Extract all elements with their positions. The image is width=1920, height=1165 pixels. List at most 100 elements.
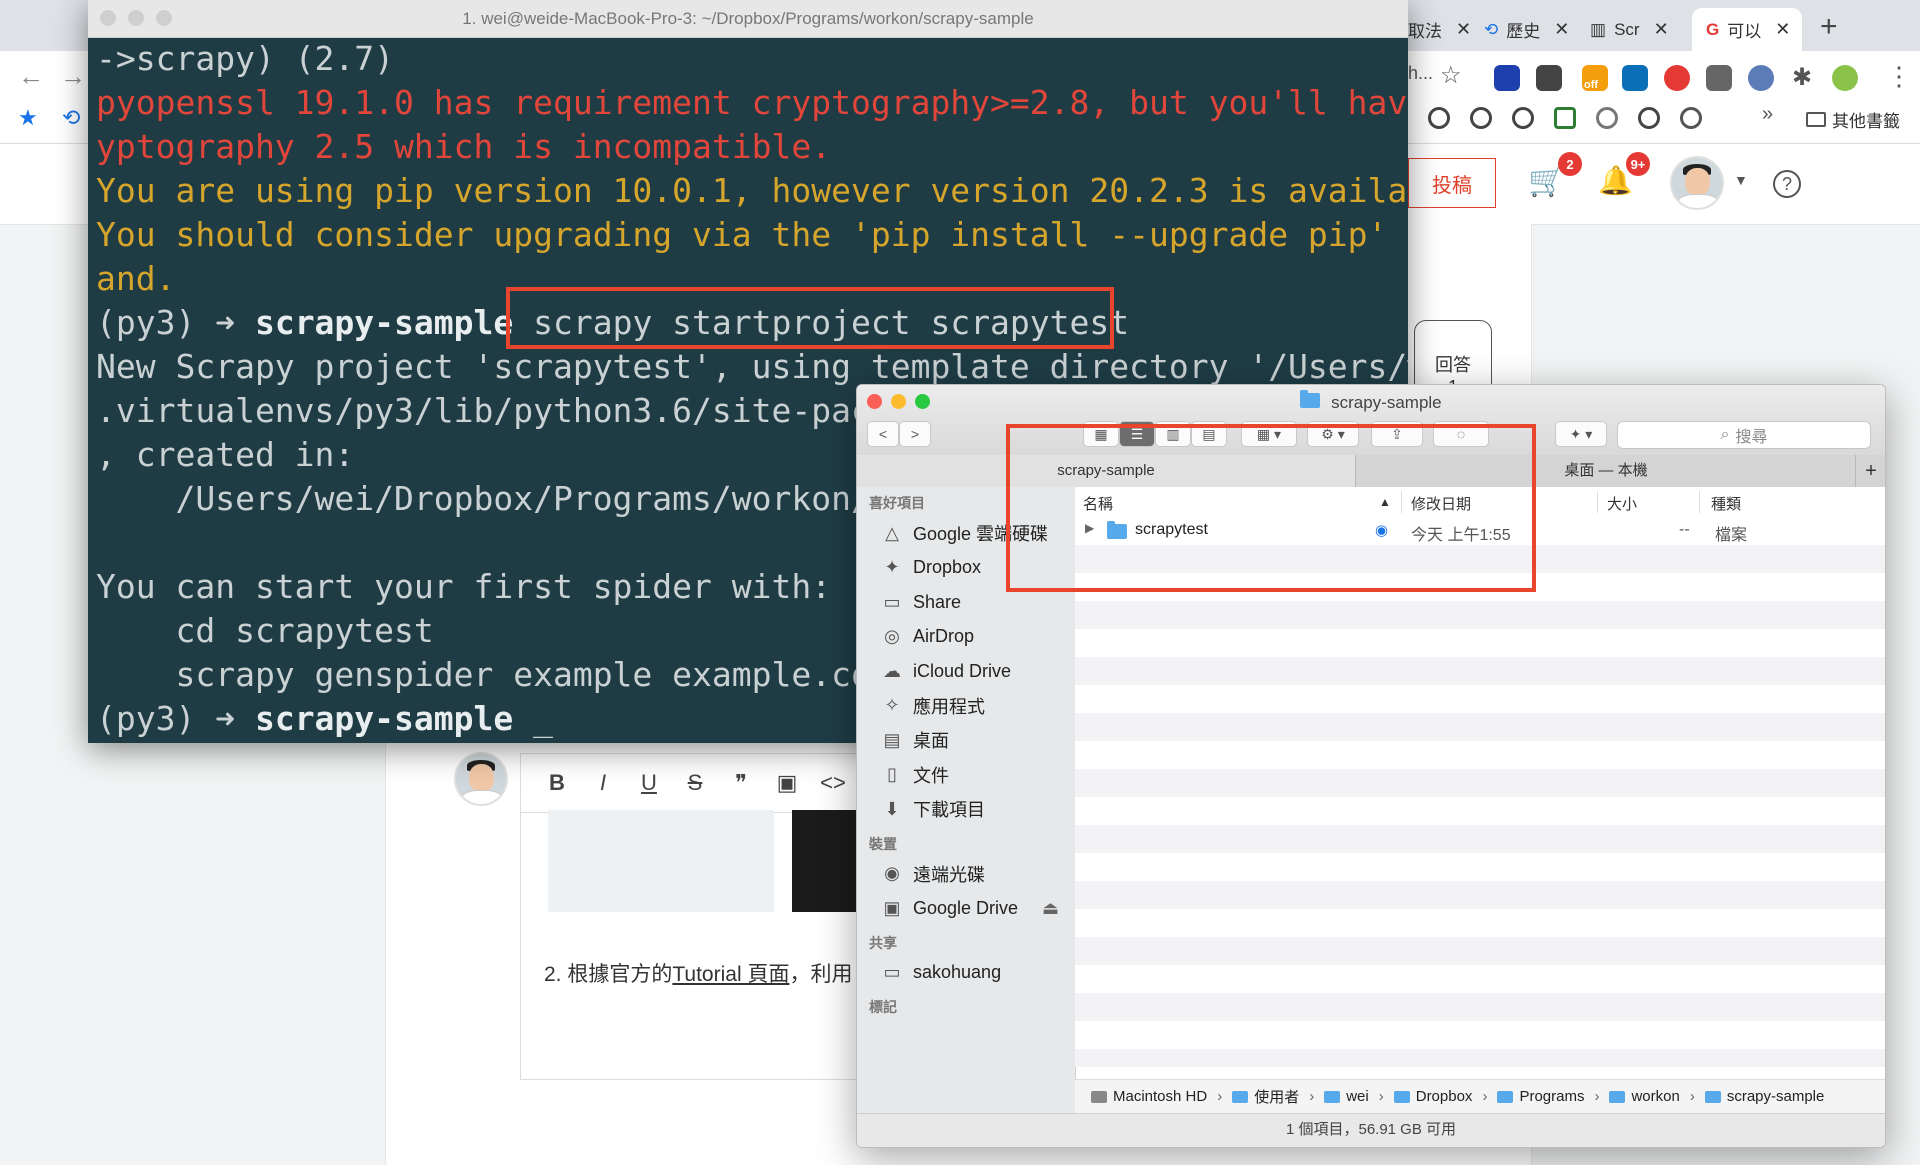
icon-view-button[interactable]: ▦ — [1083, 421, 1119, 447]
close-icon[interactable]: ✕ — [1775, 19, 1790, 40]
close-icon[interactable]: ✕ — [1654, 19, 1669, 40]
bookmark-globe-icon[interactable] — [1428, 107, 1450, 129]
gallery-view-button[interactable]: ▤ — [1191, 421, 1227, 447]
path-segment[interactable]: Macintosh HD — [1113, 1088, 1207, 1105]
sidebar-item[interactable]: ◎ AirDrop — [881, 623, 974, 651]
tab-2[interactable]: ⟲ 歷史 ✕ — [1478, 8, 1578, 51]
underline-button[interactable]: U — [636, 770, 662, 796]
image-button[interactable]: ▣ — [774, 770, 800, 796]
star-icon[interactable]: ☆ — [1440, 61, 1462, 90]
user-avatar[interactable] — [1670, 156, 1724, 210]
zoom-button[interactable] — [156, 10, 172, 26]
sidebar-section-header: 裝置 — [869, 835, 897, 852]
sidebar-item[interactable]: △ Google 雲端硬碟 — [881, 519, 1048, 547]
group-button[interactable]: ▦ ▾ — [1241, 421, 1297, 447]
add-tab-button[interactable]: + — [1855, 455, 1885, 487]
tags-button[interactable]: ◌ — [1433, 421, 1489, 447]
action-gear-button[interactable]: ⚙ ▾ — [1307, 421, 1359, 447]
bookmark-clock-icon[interactable] — [1596, 107, 1618, 129]
bold-button[interactable]: B — [544, 770, 570, 796]
col-name[interactable]: 名稱 — [1083, 493, 1113, 514]
chevron-down-icon[interactable]: ▼ — [1734, 172, 1748, 188]
bookmark-star-icon[interactable]: ★ — [18, 105, 38, 131]
code-button[interactable]: <> — [820, 770, 846, 796]
menu-icon[interactable]: ⋮ — [1886, 61, 1912, 92]
bookmark-ring-icon[interactable] — [1680, 107, 1702, 129]
col-kind[interactable]: 種類 — [1711, 493, 1741, 514]
col-date[interactable]: 修改日期 — [1411, 493, 1471, 514]
close-button[interactable] — [100, 10, 116, 26]
computer-icon: ▭ — [883, 962, 901, 982]
list-view-button[interactable]: ☰ — [1119, 421, 1155, 447]
finder-titlebar[interactable]: scrapy-sample < > ▦ ☰ ▥ ▤ ▦ ▾ ⚙ ▾ ⇪ ◌ ✦ … — [857, 385, 1885, 456]
url-fragment[interactable]: h... — [1408, 63, 1433, 84]
file-list: ▶ scrapytest ◉ 今天 上午1:55 -- 檔案 — [1075, 517, 1885, 1067]
path-segment[interactable]: workon — [1631, 1088, 1679, 1105]
eject-icon[interactable]: ⏏ — [1042, 898, 1059, 919]
italic-button[interactable]: I — [590, 770, 616, 796]
sidebar-item[interactable]: ▤ 桌面 — [881, 726, 949, 754]
disclosure-triangle-icon[interactable]: ▶ — [1085, 521, 1094, 535]
site-favicon-icon: G — [1706, 19, 1720, 39]
ext-vpn-icon[interactable] — [1494, 65, 1520, 91]
sidebar-item[interactable]: ▯ 文件 — [881, 761, 949, 789]
terminal-titlebar[interactable]: 1. wei@weide-MacBook-Pro-3: ~/Dropbox/Pr… — [88, 0, 1408, 38]
path-segment[interactable]: Dropbox — [1416, 1088, 1473, 1105]
bookmark-globe-icon[interactable] — [1470, 107, 1492, 129]
folder-icon — [1300, 390, 1321, 408]
forward-button[interactable]: > — [899, 421, 931, 447]
finder-tab-2[interactable]: 桌面 — 本機 — [1355, 455, 1856, 487]
new-tab-button[interactable]: + — [1820, 10, 1838, 44]
bookmark-history-icon[interactable]: ⟲ — [62, 105, 80, 131]
col-size[interactable]: 大小 — [1607, 493, 1637, 514]
sidebar-item[interactable]: ✧ 應用程式 — [881, 692, 985, 720]
dropbox-button[interactable]: ✦ ▾ — [1555, 421, 1607, 447]
tab-label: 歷史 — [1506, 22, 1541, 41]
bookmark-globe-icon[interactable] — [1638, 107, 1660, 129]
ext-clip-icon[interactable] — [1706, 65, 1732, 91]
ext-red-s-icon[interactable] — [1664, 65, 1690, 91]
search-field[interactable]: ⌕ 搜尋 — [1617, 421, 1871, 449]
ext-off-icon[interactable]: off — [1582, 65, 1608, 91]
post-button[interactable]: 投稿 — [1408, 158, 1496, 208]
help-icon[interactable]: ? — [1773, 170, 1801, 198]
sidebar-item[interactable]: ▭ Share — [881, 588, 961, 616]
column-view-button[interactable]: ▥ — [1155, 421, 1191, 447]
path-segment[interactable]: 使用者 — [1254, 1086, 1299, 1107]
path-segment[interactable]: Programs — [1519, 1088, 1584, 1105]
close-icon[interactable]: ✕ — [1456, 19, 1471, 40]
minimize-button[interactable] — [128, 10, 144, 26]
other-bookmarks[interactable]: 其他書籤 — [1806, 107, 1900, 132]
tab-1[interactable]: 取法 ✕ — [1408, 8, 1488, 51]
bookmark-globe-icon[interactable] — [1512, 107, 1534, 129]
tutorial-link[interactable]: Tutorial 頁面 — [672, 963, 789, 986]
back-button[interactable]: < — [867, 421, 899, 447]
close-icon[interactable]: ✕ — [1554, 19, 1569, 40]
table-row[interactable]: ▶ scrapytest ◉ 今天 上午1:55 -- 檔案 — [1075, 517, 1885, 545]
ext-shield-icon[interactable] — [1748, 65, 1774, 91]
ext-s-icon[interactable] — [1622, 65, 1648, 91]
sidebar-item[interactable]: ▣ Google Drive ⏏ — [881, 894, 1059, 922]
sort-chevron-icon[interactable]: ▲ — [1379, 495, 1391, 509]
share-button[interactable]: ⇪ — [1371, 421, 1423, 447]
forward-icon[interactable]: → — [60, 61, 86, 92]
tab-3[interactable]: ▥ Scr ✕ — [1590, 8, 1690, 51]
sidebar-item[interactable]: ☁ iCloud Drive — [881, 657, 1011, 685]
path-segment[interactable]: scrapy-sample — [1727, 1088, 1825, 1105]
path-segment[interactable]: wei — [1346, 1088, 1369, 1105]
ext-qr-icon[interactable] — [1536, 65, 1562, 91]
finder-window[interactable]: scrapy-sample < > ▦ ☰ ▥ ▤ ▦ ▾ ⚙ ▾ ⇪ ◌ ✦ … — [856, 384, 1886, 1148]
sidebar-item[interactable]: ⬇ 下載項目 — [881, 795, 985, 823]
quote-button[interactable]: ❞ — [728, 770, 754, 796]
sidebar-item[interactable]: ▭ sakohuang — [881, 959, 1001, 987]
back-icon[interactable]: ← — [18, 61, 44, 92]
finder-tab-1[interactable]: scrapy-sample — [857, 455, 1355, 487]
profile-avatar[interactable] — [1832, 65, 1858, 91]
extensions-icon[interactable]: ✱ — [1792, 63, 1812, 92]
more-bookmarks-icon[interactable]: » — [1762, 103, 1773, 126]
strikethrough-button[interactable]: S — [682, 770, 708, 796]
bookmark-sheet-icon[interactable] — [1554, 107, 1576, 129]
sidebar-item[interactable]: ◉ 遠端光碟 — [881, 860, 985, 888]
sidebar-item[interactable]: ✦ Dropbox — [881, 554, 981, 582]
tab-active[interactable]: G 可以 ✕ — [1692, 8, 1802, 51]
